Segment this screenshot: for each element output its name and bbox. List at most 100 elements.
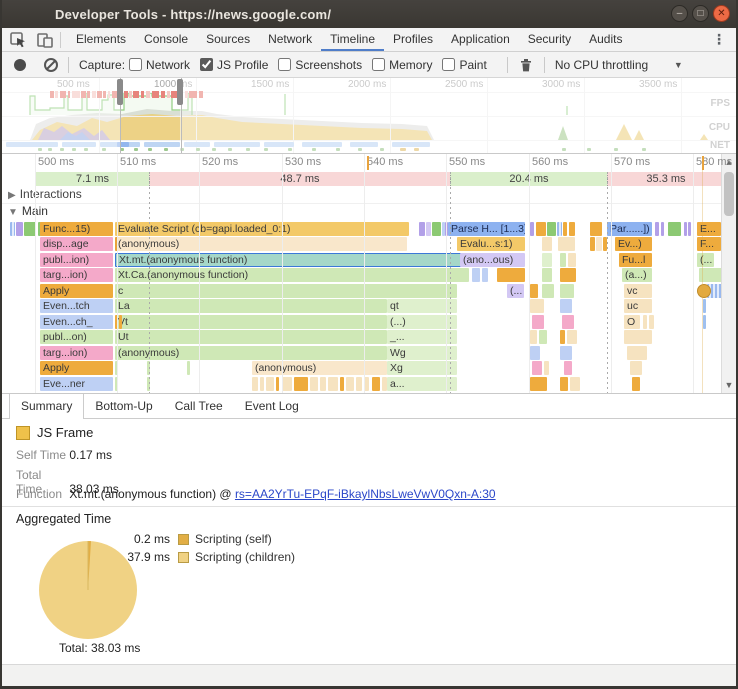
flame-bar[interactable] [668, 222, 681, 236]
flame-bar[interactable] [372, 377, 380, 391]
scrollbar-thumb[interactable] [724, 172, 734, 216]
timeline-overview[interactable]: 500 ms1000 ms1500 ms2000 ms2500 ms3000 m… [2, 78, 736, 154]
flame-bar[interactable] [530, 377, 547, 391]
flame-bar[interactable] [627, 346, 647, 360]
device-toolbar-icon[interactable] [36, 32, 54, 48]
flame-bar-xt-ca-anonymous-function[interactable]: Xt.Ca.(anonymous function) [115, 268, 469, 282]
source-link[interactable]: rs=AA2YrTu-EPqF-iBkaylNbsLweVwV0Qxn-A:30 [235, 487, 496, 501]
flame-bar-ano-ous[interactable]: (ano...ous) [460, 253, 525, 267]
flame-bar-ev[interactable]: Ev...) [615, 237, 652, 251]
flame-bar[interactable] [530, 222, 534, 236]
flame-bar[interactable] [276, 377, 279, 391]
overview-selection-window[interactable] [120, 78, 182, 153]
flame-bar-anonymous[interactable]: (anonymous) [252, 361, 387, 375]
flame-bar-anonymous[interactable]: (anonymous) [115, 346, 387, 360]
checkbox-network[interactable]: Network [129, 58, 190, 72]
details-tab-summary[interactable]: Summary [9, 394, 85, 419]
event-marker-circle[interactable] [697, 284, 711, 298]
tab-console[interactable]: Console [135, 28, 197, 51]
checkbox-js-profile[interactable]: JS Profile [200, 58, 268, 72]
flame-bar[interactable] [532, 361, 542, 375]
flame-bar[interactable] [482, 268, 488, 282]
js-profile-checkbox[interactable] [200, 58, 214, 71]
flame-bar-la[interactable]: La [115, 299, 387, 313]
flame-bar[interactable] [542, 268, 552, 282]
flame-bar[interactable] [532, 315, 544, 329]
memory-checkbox[interactable] [372, 58, 386, 71]
screenshots-checkbox[interactable] [278, 58, 292, 71]
flame-bar-uc[interactable]: uc [624, 299, 652, 313]
collapse-triangle-icon[interactable]: ▶ [8, 190, 16, 201]
flame-bar[interactable] [16, 222, 23, 236]
garbage-collect-icon[interactable] [520, 58, 532, 72]
flame-bar[interactable] [590, 222, 602, 236]
flame-bar[interactable] [569, 222, 575, 236]
flame-chart[interactable]: Func...15) Evaluate Script (cb=gapi.loade… [2, 222, 724, 393]
cpu-throttling-select[interactable]: No CPU throttling ▼ [555, 58, 683, 72]
main-track-header[interactable]: ▼Main [2, 204, 721, 220]
flame-bar-publ-ion[interactable]: publ...ion) [40, 253, 113, 267]
flame-bar[interactable] [558, 237, 575, 251]
flame-bar[interactable] [426, 222, 431, 236]
maximize-button[interactable]: □ [692, 5, 709, 22]
flame-bar[interactable] [632, 377, 640, 391]
flame-bar[interactable] [328, 377, 338, 391]
flame-bar[interactable] [630, 361, 642, 375]
network-checkbox[interactable] [129, 58, 143, 71]
details-tab-call-tree[interactable]: Call Tree [164, 394, 234, 418]
flame-bar[interactable] [356, 377, 362, 391]
flame-bar-selected[interactable]: Xt.mt.(anonymous function) [115, 253, 472, 267]
flame-bar[interactable] [119, 315, 122, 329]
flame-bar[interactable] [703, 315, 706, 329]
flame-bar[interactable] [703, 299, 706, 313]
timeline-flame-pane[interactable]: 7.1 ms 48.7 ms 20.4 ms 35.3 ms ▶ Interaction… [2, 154, 736, 394]
flame-bar[interactable] [266, 377, 274, 391]
title-bar[interactable]: Developer Tools - https://news.google.co… [2, 0, 736, 28]
interactions-row[interactable]: ▶ Interactions [2, 187, 721, 204]
flame-bar[interactable] [560, 268, 576, 282]
flame-bar[interactable] [530, 346, 540, 360]
flame-bar[interactable] [472, 268, 480, 282]
flame-bar-[interactable]: (... [507, 284, 524, 298]
flame-bar[interactable] [560, 284, 574, 298]
tab-profiles[interactable]: Profiles [384, 28, 442, 51]
flame-bar[interactable] [570, 377, 580, 391]
flame-bar-[interactable]: (... [697, 253, 714, 267]
flame-bar-parse-h-1-3[interactable]: Parse H... [1...3]) [448, 222, 525, 236]
flame-bar-eve-ner[interactable]: Eve...ner [40, 377, 113, 391]
flame-bar-ut[interactable]: Ut [115, 330, 387, 344]
flame-bar-vt[interactable]: Vt [115, 315, 387, 329]
flame-bar-fu-l[interactable]: Fu...l [619, 253, 652, 267]
clear-recording-icon[interactable] [44, 57, 58, 72]
close-button[interactable]: ✕ [713, 5, 730, 22]
flame-bar-a[interactable]: (a...) [622, 268, 652, 282]
flame-bar[interactable] [596, 237, 602, 251]
flame-bar[interactable] [684, 222, 687, 236]
flame-bar[interactable] [563, 222, 567, 236]
flame-bar-par[interactable]: Par......]) [607, 222, 652, 236]
selection-handle-left[interactable] [117, 79, 123, 105]
minimize-button[interactable]: – [671, 5, 688, 22]
frame-duration-good[interactable]: 7.1 ms [35, 172, 149, 186]
details-tab-event-log[interactable]: Event Log [234, 394, 310, 418]
checkbox-screenshots[interactable]: Screenshots [278, 58, 362, 72]
inspect-element-icon[interactable] [10, 31, 28, 48]
flame-bar[interactable] [419, 222, 425, 236]
tab-timeline[interactable]: Timeline [321, 28, 385, 51]
tab-security[interactable]: Security [519, 28, 580, 51]
flame-bar[interactable] [542, 253, 552, 267]
flame-bar[interactable] [547, 222, 556, 236]
tab-network[interactable]: Network [259, 28, 321, 51]
flame-bar[interactable] [688, 222, 691, 236]
frame-duration-bad[interactable]: 35.3 ms [607, 172, 724, 186]
flame-bar-even-ch[interactable]: Even...ch_ [40, 315, 113, 329]
flame-bar[interactable] [661, 222, 664, 236]
flame-bar-func-15[interactable]: Func...15) [40, 222, 113, 236]
flame-bar[interactable] [260, 377, 264, 391]
flame-bar[interactable] [655, 222, 659, 236]
flame-bar-e[interactable]: E... [697, 222, 721, 236]
flame-bar-f[interactable]: F... [697, 237, 721, 251]
frame-duration-bad[interactable]: 48.7 ms [149, 172, 450, 186]
scroll-down-icon[interactable]: ▼ [722, 380, 736, 390]
selection-handle-right[interactable] [177, 79, 183, 105]
